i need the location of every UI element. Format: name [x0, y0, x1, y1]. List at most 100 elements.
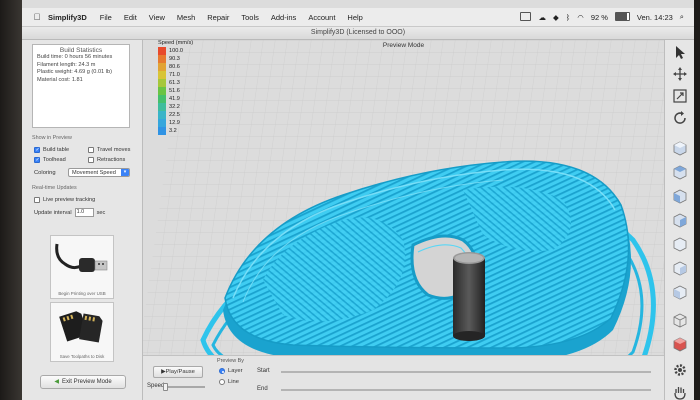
coloring-select[interactable]: Movement Speed ▾ — [68, 168, 130, 177]
update-interval-unit: sec — [96, 209, 106, 216]
stat-filament-length: Filament length: 24.3 m — [37, 61, 96, 68]
clock[interactable]: Ven. 14:23 — [637, 13, 673, 22]
menu-account[interactable]: Account — [308, 13, 335, 22]
speed-legend: Speed (mm/s) 100.0 90.3 80.6 71.0 61.3 51.6 41… — [158, 40, 200, 135]
move-icon[interactable] — [672, 66, 688, 82]
speed-slider[interactable] — [163, 383, 205, 391]
legend-value: 51.6 — [169, 88, 180, 94]
bluetooth-icon[interactable]: ᛒ — [566, 13, 571, 22]
menu-view[interactable]: View — [149, 13, 165, 22]
legend-value: 41.9 — [169, 96, 180, 102]
view-back-icon[interactable] — [672, 284, 688, 300]
view-right-icon[interactable] — [672, 260, 688, 276]
menu-app-name[interactable]: Simplify3D — [48, 13, 87, 22]
legend-swatch — [158, 127, 166, 135]
battery-percent: 92 % — [590, 12, 608, 22]
sd-card-icon — [59, 311, 103, 343]
legend-row: 51.6 — [158, 87, 200, 95]
view-left-icon[interactable] — [672, 236, 688, 252]
start-slider[interactable] — [281, 371, 651, 373]
print-usb-card[interactable]: Begin Printing over USB — [50, 235, 114, 299]
monitor-bezel-right — [694, 0, 700, 400]
update-interval-row: Update interval 1.0 sec — [34, 208, 105, 217]
end-label: End — [257, 386, 268, 392]
save-sd-caption: Save Toolpaths to Disk — [59, 354, 105, 359]
wireframe-icon[interactable] — [672, 312, 688, 328]
legend-row: 71.0 — [158, 71, 200, 79]
menu-repair[interactable]: Repair — [207, 13, 229, 22]
right-toolbar — [664, 40, 695, 400]
update-interval-label: Update interval — [34, 209, 72, 216]
back-arrow-icon: ◀ — [54, 379, 59, 385]
legend-row: 32.2 — [158, 103, 200, 111]
dropbox-icon[interactable]: ◆ — [553, 13, 559, 22]
view-bottom-icon[interactable] — [672, 212, 688, 228]
speed-slider-handle[interactable] — [163, 383, 168, 391]
toolhead-checkbox[interactable] — [34, 157, 40, 163]
travel-moves-checkbox[interactable] — [88, 147, 94, 153]
wifi-icon[interactable]: ◠ — [577, 13, 584, 22]
preview-by-line-row[interactable]: Line — [219, 379, 239, 385]
menu-mesh[interactable]: Mesh — [177, 13, 195, 22]
menu-tools[interactable]: Tools — [241, 13, 259, 22]
preview-by-line-radio[interactable] — [219, 379, 225, 385]
stat-material-cost: Material cost: 1.81 — [37, 76, 83, 83]
hand-icon[interactable] — [672, 384, 688, 400]
end-slider[interactable] — [281, 389, 651, 391]
travel-moves-label: Travel moves — [97, 147, 131, 153]
menu-add-ins[interactable]: Add-ins — [271, 13, 296, 22]
display-icon[interactable] — [520, 11, 532, 23]
preview-mode-title: Preview Mode — [382, 42, 425, 49]
preview-by-label: Preview By — [217, 358, 244, 364]
retractions-checkbox-row[interactable]: Retractions — [88, 157, 125, 163]
legend-swatch — [158, 87, 166, 95]
legend-value: 32.2 — [169, 104, 180, 110]
show-in-preview-label: Show in Preview — [32, 135, 72, 141]
legend-swatch — [158, 79, 166, 87]
legend-swatch — [158, 119, 166, 127]
menu-file[interactable]: File — [100, 13, 112, 22]
build-table-checkbox[interactable] — [34, 147, 40, 153]
legend-row: 22.5 — [158, 111, 200, 119]
build-table-checkbox-row[interactable]: Build table — [34, 147, 69, 153]
build-table-label: Build table — [43, 147, 70, 153]
preview-viewport[interactable]: Preview Mode Speed (mm/s) 100.0 90.3 80.6 7… — [143, 40, 664, 400]
rotate-icon[interactable] — [672, 110, 688, 126]
view-top-icon[interactable] — [672, 164, 688, 180]
legend-value: 80.6 — [169, 64, 180, 70]
exit-preview-button[interactable]: ◀ Exit Preview Mode — [40, 375, 126, 389]
build-statistics-box: Build Statistics Build time: 0 hours 56 … — [32, 44, 130, 128]
battery-icon[interactable] — [614, 11, 630, 23]
coloring-select-value: Movement Speed — [72, 170, 116, 176]
toolhead-checkbox-row[interactable]: Toolhead — [34, 157, 66, 163]
legend-value: 61.3 — [169, 80, 180, 86]
preview-by-layer-radio[interactable] — [219, 368, 225, 374]
gear-icon[interactable] — [672, 362, 688, 378]
view-front-icon[interactable] — [672, 188, 688, 204]
menu-edit[interactable]: Edit — [124, 13, 137, 22]
view-iso-icon[interactable] — [672, 140, 688, 156]
search-icon[interactable]: ⌕ — [680, 12, 684, 22]
scale-icon[interactable] — [672, 88, 688, 104]
cursor-icon[interactable] — [672, 44, 688, 60]
retractions-checkbox[interactable] — [88, 157, 94, 163]
play-pause-button[interactable]: ▶Play/Pause — [153, 366, 203, 378]
cloud-icon[interactable]: ☁ — [538, 13, 546, 22]
preview-by-layer-label: Layer — [228, 368, 243, 374]
apple-icon[interactable]:  — [30, 12, 44, 22]
legend-value: 71.0 — [169, 72, 180, 78]
legend-row: 80.6 — [158, 63, 200, 71]
update-interval-input[interactable]: 1.0 — [74, 208, 94, 217]
solid-view-icon[interactable] — [672, 336, 688, 352]
legend-swatch — [158, 47, 166, 55]
travel-moves-checkbox-row[interactable]: Travel moves — [88, 147, 130, 153]
live-tracking-checkbox[interactable] — [34, 197, 40, 203]
play-pause-label: Play/Pause — [165, 369, 195, 375]
menu-help[interactable]: Help — [347, 13, 362, 22]
save-sd-card[interactable]: Save Toolpaths to Disk — [50, 302, 114, 362]
legend-row: 41.9 — [158, 95, 200, 103]
live-tracking-checkbox-row[interactable]: Live preview tracking — [34, 197, 95, 203]
legend-row: 3.2 — [158, 127, 200, 135]
legend-row: 12.9 — [158, 119, 200, 127]
preview-by-layer-row[interactable]: Layer — [219, 368, 243, 374]
